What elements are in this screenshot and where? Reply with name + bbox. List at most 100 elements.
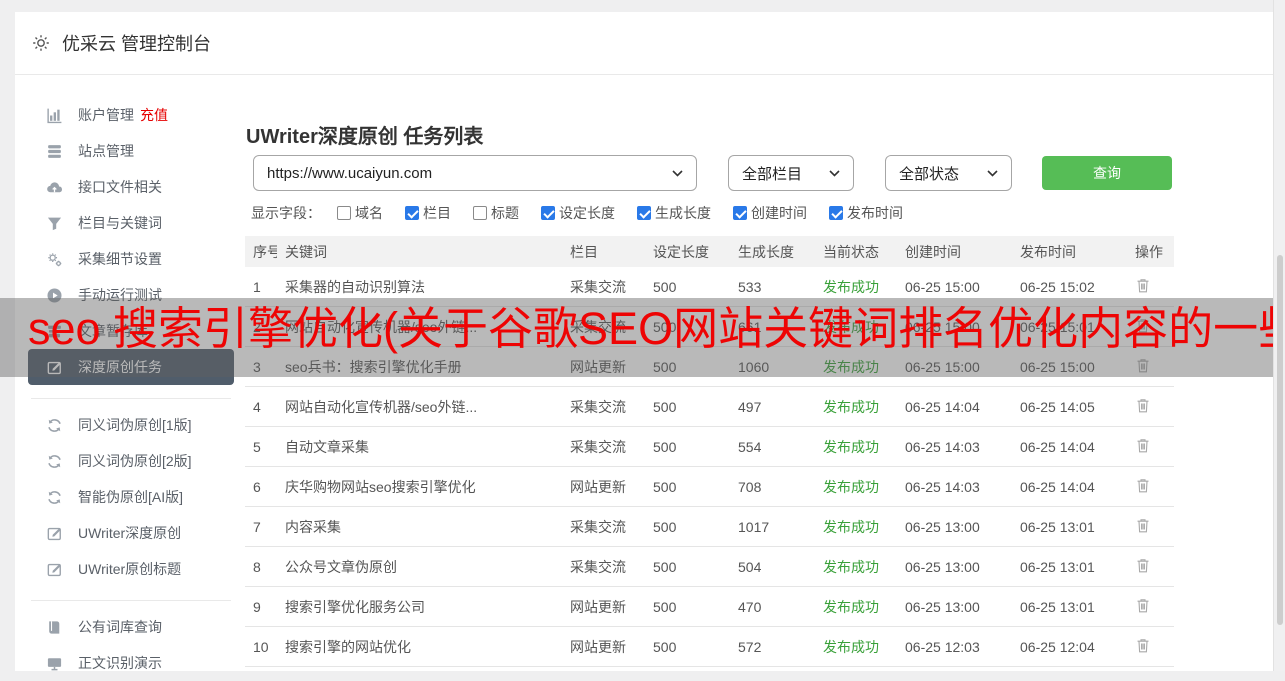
gears-icon [46,251,63,268]
sidebar-item-label: 采集细节设置 [78,251,162,267]
gen-length-cell: 504 [738,558,762,575]
table-row: 5 自动文章采集 采集交流 500 554 发布成功 06-25 14:03 06-25 14… [245,427,1174,467]
column-header-当前状态: 当前状态 [823,243,879,260]
column-header-发布时间: 发布时间 [1020,243,1076,260]
set-length-cell: 500 [653,398,677,415]
page-title: UWriter深度原创 任务列表 [246,126,484,149]
column-cell: 采集交流 [570,398,626,415]
trash-icon[interactable] [1135,637,1152,655]
publish-time-cell: 06-25 14:04 [1020,478,1095,495]
recharge-badge[interactable]: 充值 [140,105,168,125]
status-cell: 发布成功 [823,478,879,495]
column-header-创建时间: 创建时间 [905,243,961,260]
sidebar-item-同义词伪原创[2版][interactable]: 同义词伪原创[2版] [28,443,234,479]
trash-icon[interactable] [1135,597,1152,615]
status-select-value: 全部状态 [899,165,960,183]
sidebar-item-label: 账户管理 [78,107,134,123]
sidebar-item-同义词伪原创[1版][interactable]: 同义词伪原创[1版] [28,407,234,443]
set-length-cell: 500 [653,638,677,655]
action-cell [1127,437,1174,457]
checkbox-checked-icon[interactable] [733,206,747,220]
keyword-cell: 搜索引擎优化服务公司 [285,598,425,615]
column-header-操作: 操作 [1135,243,1163,260]
trash-icon[interactable] [1135,277,1152,295]
sidebar-item-label: 正文识别演示 [78,655,162,671]
sync-icon [46,453,63,470]
keyword-cell: 采集器的自动识别算法 [285,278,425,295]
row-index: 6 [253,478,261,495]
status-select[interactable]: 全部状态 [885,155,1012,191]
publish-time-cell: 06-25 12:04 [1020,638,1095,655]
sidebar-item-UWriter深度原创[interactable]: UWriter深度原创 [28,515,234,551]
field-checkbox-label: 发布时间 [847,205,903,221]
checkbox-checked-icon[interactable] [405,206,419,220]
checkbox-checked-icon[interactable] [637,206,651,220]
sidebar-item-站点管理[interactable]: 站点管理 [28,133,234,169]
trash-icon[interactable] [1135,517,1152,535]
sidebar-item-采集细节设置[interactable]: 采集细节设置 [28,241,234,277]
row-index: 7 [253,518,261,535]
field-checkbox-label: 设定长度 [559,205,615,221]
query-button[interactable]: 查询 [1042,156,1172,190]
field-checkbox-栏目[interactable]: 栏目 [405,203,451,223]
keyword-cell: 内容采集 [285,518,341,535]
site-select-value: https://www.ucaiyun.com [267,164,433,182]
sidebar-item-UWriter原创标题[interactable]: UWriter原创标题 [28,551,234,587]
column-header-设定长度: 设定长度 [653,243,709,260]
trash-icon[interactable] [1135,557,1152,575]
publish-time-cell: 06-25 13:01 [1020,598,1095,615]
table-row: 7 内容采集 采集交流 500 1017 发布成功 06-25 13:00 06-25 13:… [245,507,1174,547]
field-checkbox-标题[interactable]: 标题 [473,203,519,223]
create-time-cell: 06-25 14:04 [905,398,980,415]
field-checkbox-label: 域名 [355,205,383,221]
checkbox-unchecked-icon[interactable] [473,206,487,220]
create-time-cell: 06-25 13:00 [905,558,980,575]
sidebar-item-接口文件相关[interactable]: 接口文件相关 [28,169,234,205]
column-header-关键词: 关键词 [285,243,327,260]
field-checkbox-发布时间[interactable]: 发布时间 [829,203,903,223]
scrollbar-thumb[interactable] [1277,255,1283,625]
sidebar-item-智能伪原创[AI版][interactable]: 智能伪原创[AI版] [28,479,234,515]
field-checkbox-生成长度[interactable]: 生成长度 [637,203,711,223]
sidebar-item-公有词库查询[interactable]: 公有词库查询 [28,609,234,645]
trash-icon[interactable] [1135,477,1152,495]
keyword-cell: 自动文章采集 [285,438,369,455]
set-length-cell: 500 [653,478,677,495]
field-checkbox-设定长度[interactable]: 设定长度 [541,203,615,223]
site-select[interactable]: https://www.ucaiyun.com [253,155,697,191]
column-cell: 采集交流 [570,438,626,455]
table-row: 8 公众号文章伪原创 采集交流 500 504 发布成功 06-25 13:00 06-25 … [245,547,1174,587]
column-header-序号: 序号 [253,243,277,260]
sidebar-item-正文识别演示[interactable]: 正文识别演示 [28,645,234,681]
table-header-row: 序号 关键词 栏目 设定长度 生成长度 当前状态 创建时间 发布时间 操作 [245,236,1174,267]
field-checkbox-label: 标题 [491,205,519,221]
chevron-down-icon [672,169,683,177]
action-cell [1127,597,1174,617]
set-length-cell: 500 [653,598,677,615]
sidebar-item-账户管理[interactable]: 账户管理 充值 [28,97,234,133]
status-cell: 发布成功 [823,398,879,415]
trash-icon[interactable] [1135,397,1152,415]
row-index: 9 [253,598,261,615]
column-select[interactable]: 全部栏目 [728,155,854,191]
checkbox-checked-icon[interactable] [541,206,555,220]
column-header-生成长度: 生成长度 [738,243,794,260]
action-cell [1127,477,1174,497]
column-cell: 采集交流 [570,558,626,575]
row-index: 10 [253,638,269,655]
publish-time-cell: 06-25 14:04 [1020,438,1095,455]
field-checkbox-创建时间[interactable]: 创建时间 [733,203,807,223]
checkbox-checked-icon[interactable] [829,206,843,220]
action-cell [1127,557,1174,577]
sidebar-item-栏目与关键词[interactable]: 栏目与关键词 [28,205,234,241]
checkbox-unchecked-icon[interactable] [337,206,351,220]
action-cell [1127,397,1174,417]
trash-icon[interactable] [1135,437,1152,455]
sync-icon [46,489,63,506]
field-checkbox-label: 创建时间 [751,205,807,221]
display-fields-row: 显示字段： 域名 栏目 标题 设定长度 生成长度 创建时间 发布时间 [251,202,925,224]
action-cell [1127,277,1174,297]
field-checkbox-域名[interactable]: 域名 [337,203,383,223]
gen-length-cell: 572 [738,638,762,655]
column-cell: 采集交流 [570,518,626,535]
